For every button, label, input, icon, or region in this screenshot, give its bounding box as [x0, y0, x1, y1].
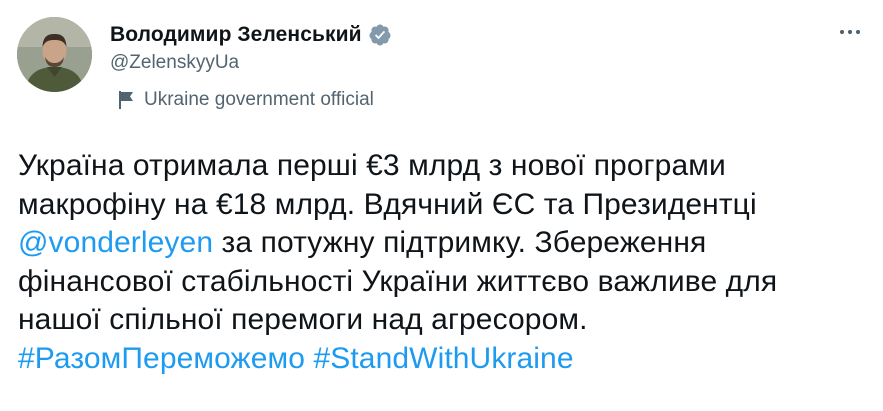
author-name-row: Володимир Зеленський — [110, 21, 392, 49]
affiliation-label: Ukraine government official — [118, 88, 374, 112]
hashtag-line: #РазомПереможемо #StandWithUkraine — [18, 340, 878, 379]
author-handle[interactable]: @ZelenskyyUa — [110, 52, 239, 74]
government-flag-icon — [118, 90, 136, 110]
more-options-button[interactable] — [835, 20, 865, 44]
verified-badge-icon — [368, 23, 392, 47]
avatar-photo — [17, 17, 92, 92]
avatar[interactable] — [17, 17, 92, 92]
tweet-text-line: фінансової стабільності України життєво … — [18, 264, 778, 298]
hashtag-link[interactable]: #РазомПереможемо — [18, 342, 305, 375]
mention-link[interactable]: @vonderleyen — [18, 226, 213, 259]
more-options-icon — [839, 29, 861, 35]
tweet-card: Володимир Зеленський @ZelenskyyUa Ukrain… — [0, 0, 883, 411]
tweet-text-line: макрофіну на €18 млрд. Вдячний ЄС та Пре… — [18, 187, 757, 221]
hashtag-link[interactable]: #StandWithUkraine — [313, 342, 573, 375]
tweet-text-line: Україна отримала перші €3 млрд з нової п… — [18, 149, 726, 182]
government-label-text: Ukraine government official — [144, 89, 374, 110]
tweet-text: Україна отримала перші €3 млрд з нової п… — [18, 147, 878, 379]
author-display-name[interactable]: Володимир Зеленський — [110, 23, 362, 47]
tweet-text-line: @vonderleyen за потужну підтримку. Збере… — [18, 224, 878, 263]
tweet-text-segment: за потужну підтримку. Збереження — [213, 226, 707, 260]
tweet-text-line: нашої спільної перемоги над агресором. — [18, 303, 588, 337]
